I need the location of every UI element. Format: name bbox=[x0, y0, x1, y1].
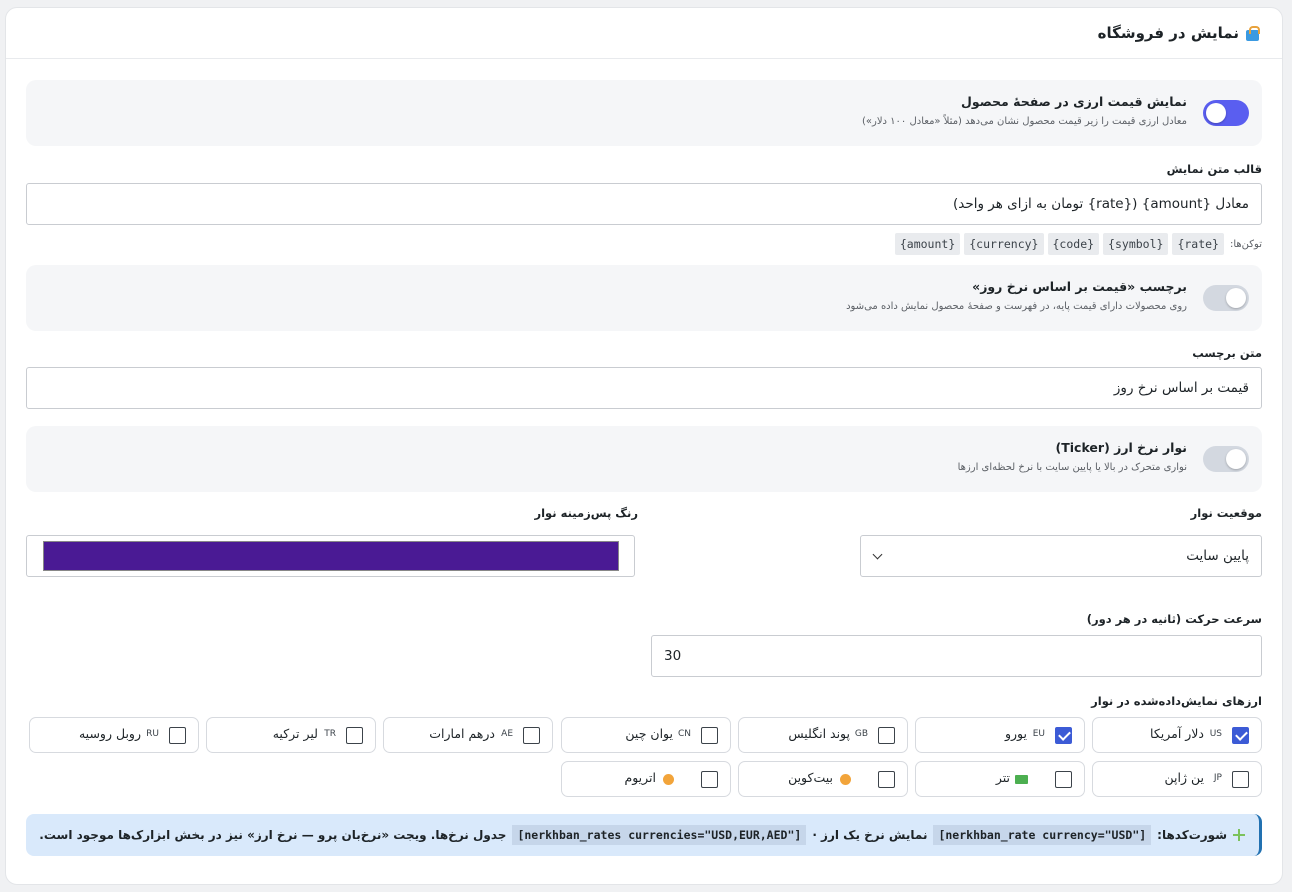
token-list: توکن‌ها: {rate} {symbol} {code} {currenc… bbox=[894, 233, 1262, 255]
currency-option-cn[interactable]: CN یوان چین bbox=[561, 717, 731, 753]
template-input[interactable]: معادل {amount} ({rate} تومان به ازای هر … bbox=[26, 183, 1262, 225]
token-rate: {rate} bbox=[1172, 233, 1224, 255]
currency-option-btc[interactable]: بیت‌کوین bbox=[738, 761, 908, 797]
badge-text-label: متن برچسب bbox=[1192, 346, 1262, 360]
checkbox[interactable] bbox=[1232, 771, 1249, 788]
token-symbol: {symbol} bbox=[1103, 233, 1169, 255]
currency-option-gb[interactable]: GB پوند انگلیس bbox=[738, 717, 908, 753]
checkbox[interactable] bbox=[346, 727, 363, 744]
token-code: {code} bbox=[1047, 233, 1100, 255]
shortcode-info-box: شورت‌کدها: [nerkhban_rate currency="USD"… bbox=[26, 814, 1262, 856]
currency-name: تتر bbox=[995, 770, 1010, 785]
currency-option-usdt[interactable]: تتر bbox=[915, 761, 1085, 797]
currency-name: درهم امارات bbox=[429, 726, 495, 741]
checkbox[interactable] bbox=[1055, 771, 1072, 788]
badge-toggle-desc: روی محصولات دارای قیمت پایه، در فهرست و … bbox=[846, 301, 1187, 312]
checkbox[interactable] bbox=[1055, 727, 1072, 744]
flag-code: AE bbox=[501, 729, 513, 739]
token-currency: {currency} bbox=[964, 233, 1044, 255]
info-mid: نمایش نرخ یک ارز · bbox=[812, 828, 928, 842]
currency-option-jp[interactable]: JP ین ژاپن bbox=[1092, 761, 1262, 797]
currency-name: یوان چین bbox=[625, 726, 673, 741]
currency-name: ین ژاپن bbox=[1164, 770, 1204, 785]
currency-name: روبل روسیه bbox=[78, 726, 141, 741]
shortcode-rates: [nerkhban_rates currencies="USD,EUR,AED"… bbox=[512, 825, 807, 845]
price-toggle-title: نمایش قیمت ارزی در صفحهٔ محصول bbox=[961, 94, 1187, 109]
ticker-toggle-desc: نواری متحرک در بالا یا پایین سایت با نرخ… bbox=[957, 462, 1187, 473]
bg-color-label: رنگ پس‌زمینه نوار bbox=[534, 506, 639, 520]
checkbox[interactable] bbox=[1232, 727, 1249, 744]
currency-name: لیر ترکیه bbox=[272, 726, 318, 741]
shopping-bag-icon bbox=[1245, 25, 1260, 41]
currency-name: دلار آمریکا bbox=[1150, 726, 1204, 741]
coin-icon bbox=[663, 774, 674, 785]
price-toggle-switch[interactable] bbox=[1203, 100, 1249, 126]
checkbox[interactable] bbox=[878, 771, 895, 788]
checkbox[interactable] bbox=[701, 771, 718, 788]
currency-option-eth[interactable]: اتریوم bbox=[561, 761, 731, 797]
flag-code: JP bbox=[1213, 773, 1222, 783]
store-display-card: نمایش در فروشگاه نمایش قیمت ارزی در صفحه… bbox=[5, 7, 1283, 885]
bg-color-picker[interactable] bbox=[26, 535, 635, 577]
badge-toggle-switch[interactable] bbox=[1203, 285, 1249, 311]
speed-input[interactable]: 30 bbox=[651, 635, 1262, 677]
color-swatch bbox=[43, 541, 619, 571]
info-prefix: شورت‌کدها: bbox=[1157, 828, 1227, 842]
info-suffix: جدول نرخ‌ها. ویجت «نرخ‌بان پرو — نرخ ارز… bbox=[39, 828, 507, 842]
position-label: موقعیت نوار bbox=[1190, 506, 1262, 520]
ticker-toggle-switch[interactable] bbox=[1203, 446, 1249, 472]
tokens-label: توکن‌ها: bbox=[1229, 238, 1262, 250]
currency-name: پوند انگلیس bbox=[788, 726, 850, 741]
ticker-toggle-row: نوار نرخ ارز (Ticker) نواری متحرک در بال… bbox=[26, 426, 1262, 492]
flag-code: US bbox=[1209, 729, 1222, 739]
template-label: قالب متن نمایش bbox=[1166, 162, 1262, 176]
currencies-label: ارزهای نمایش‌داده‌شده در نوار bbox=[1091, 694, 1262, 708]
position-select-value: پایین سایت bbox=[1186, 548, 1249, 564]
currency-name: اتریوم bbox=[624, 770, 656, 785]
flag-code: TR bbox=[324, 729, 336, 739]
currency-option-us[interactable]: US دلار آمریکا bbox=[1092, 717, 1262, 753]
shortcode-rate: [nerkhban_rate currency="USD"] bbox=[933, 825, 1152, 845]
currency-option-eu[interactable]: EU یورو bbox=[915, 717, 1085, 753]
checkbox[interactable] bbox=[169, 727, 186, 744]
badge-toggle-row: برچسب «قیمت بر اساس نرخ روز» روی محصولات… bbox=[26, 265, 1262, 331]
checkbox[interactable] bbox=[701, 727, 718, 744]
badge-text-input[interactable]: قیمت بر اساس نرخ روز bbox=[26, 367, 1262, 409]
flag-code: EU bbox=[1032, 729, 1045, 739]
chevron-down-icon bbox=[872, 549, 883, 560]
flag-code: RU bbox=[146, 729, 159, 739]
speed-label: سرعت حرکت (ثانیه در هر دور) bbox=[1086, 612, 1262, 626]
flag-code: GB bbox=[854, 729, 868, 739]
currency-name: یورو bbox=[1004, 726, 1027, 741]
token-amount: {amount} bbox=[894, 233, 961, 255]
price-toggle-row: نمایش قیمت ارزی در صفحهٔ محصول معادل ارز… bbox=[26, 80, 1262, 146]
currency-option-ae[interactable]: AE درهم امارات bbox=[383, 717, 553, 753]
position-select[interactable]: پایین سایت bbox=[860, 535, 1262, 577]
sparkle-icon bbox=[1233, 829, 1245, 841]
ticker-toggle-title: نوار نرخ ارز (Ticker) bbox=[1055, 440, 1188, 455]
card-header: نمایش در فروشگاه bbox=[6, 8, 1282, 59]
currency-option-tr[interactable]: TR لیر ترکیه bbox=[206, 717, 376, 753]
card-title: نمایش در فروشگاه bbox=[1097, 24, 1239, 42]
coin-icon bbox=[840, 774, 851, 785]
cash-icon bbox=[1015, 775, 1028, 784]
currency-name: بیت‌کوین bbox=[788, 770, 833, 785]
checkbox[interactable] bbox=[523, 727, 540, 744]
currency-option-ru[interactable]: RU روبل روسیه bbox=[29, 717, 199, 753]
badge-toggle-title: برچسب «قیمت بر اساس نرخ روز» bbox=[972, 279, 1187, 294]
price-toggle-desc: معادل ارزی قیمت را زیر قیمت محصول نشان م… bbox=[861, 116, 1187, 127]
checkbox[interactable] bbox=[878, 727, 895, 744]
flag-code: CN bbox=[677, 729, 691, 739]
